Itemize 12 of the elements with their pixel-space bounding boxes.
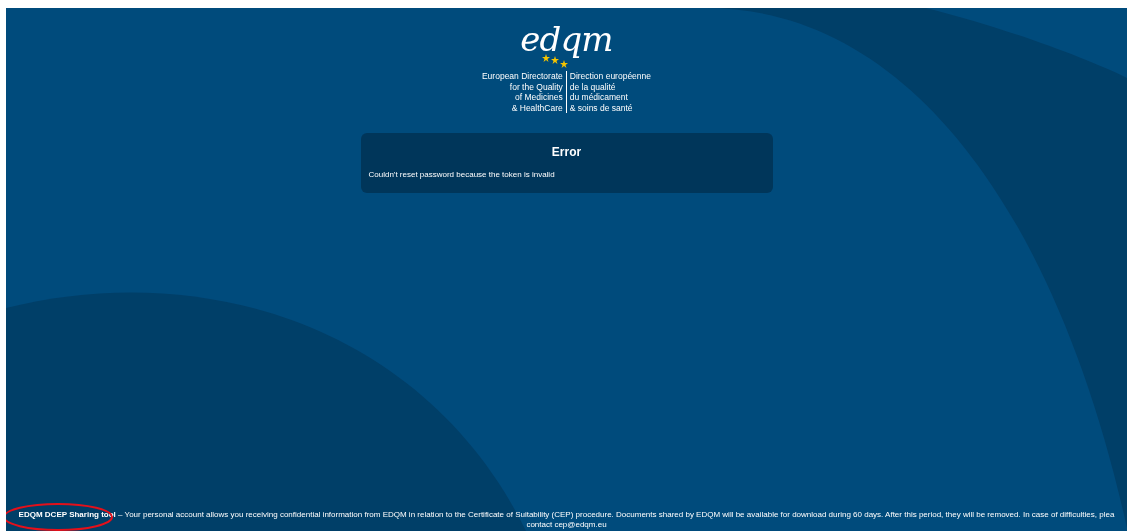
logo-tagline: & soins de santé [569,102,633,113]
error-title: Error [551,144,582,161]
logo-tagline: de la qualité [569,81,616,92]
logo-tagline: for the Quality [509,81,563,92]
logo-tagline: Direction européenne [569,71,652,82]
logo-tagline: & HealthCare [511,102,563,113]
error-message: Couldn't reset password because the token is invalid [368,169,556,181]
logo-tagline: of Medicines [515,92,563,103]
logo-tagline: du médicament [569,92,628,103]
footer-contact: contact cep@edqm.eu [526,520,607,530]
logo-tagline: European Directorate [481,71,563,82]
logo-wordmark: edqm [520,20,613,58]
